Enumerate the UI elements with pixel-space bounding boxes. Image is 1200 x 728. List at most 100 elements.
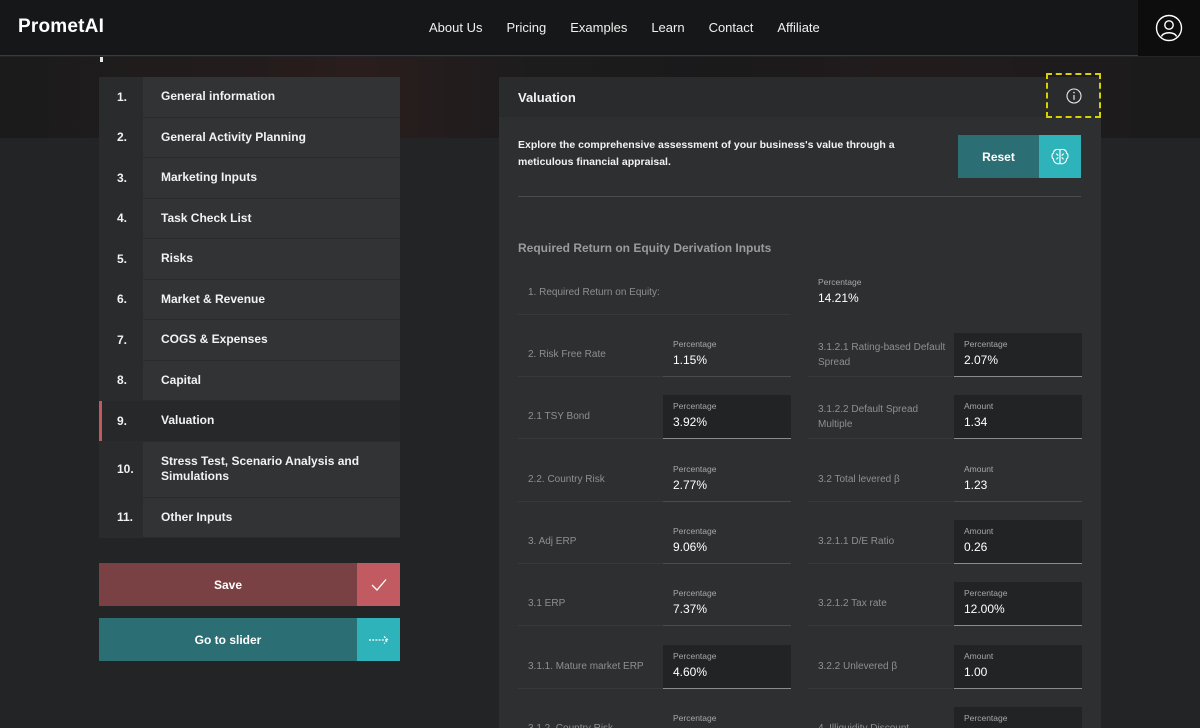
field-value: 3.92% — [673, 415, 708, 430]
step-label: Other Inputs — [143, 497, 400, 537]
left-field-input: Percentage 2.77% — [663, 458, 791, 502]
sidebar-step-6[interactable]: 6. Market & Revenue — [99, 279, 400, 320]
field-value: 2.07% — [964, 353, 999, 367]
right-field-input[interactable]: Amount 0.26 — [954, 519, 1082, 564]
reset-button[interactable]: Reset — [958, 135, 1081, 178]
app-logo[interactable]: PrometAI — [18, 16, 104, 38]
nav-examples[interactable]: Examples — [570, 20, 627, 35]
required-return-value: 14.21% — [818, 291, 859, 305]
required-return-caption: Percentage — [818, 277, 862, 287]
field-value: 4.60% — [673, 664, 708, 679]
right-field-label: 3.2.1.2 Tax rate — [808, 582, 953, 627]
step-number: 11. — [99, 497, 143, 537]
left-field-input[interactable]: Percentage 4.60% — [663, 644, 791, 689]
left-field-input[interactable]: Percentage 3.92% — [663, 395, 791, 440]
field-caption: Percentage — [673, 712, 717, 723]
step-number: 9. — [99, 401, 143, 441]
nav-about-us[interactable]: About Us — [429, 20, 482, 35]
panel-title: Valuation — [518, 89, 576, 105]
field-caption: Amount — [964, 650, 994, 661]
nav-learn[interactable]: Learn — [651, 20, 684, 35]
step-number: 8. — [99, 360, 143, 400]
right-field-label: 3.2.1.1 D/E Ratio — [808, 520, 953, 564]
field-value: 9.06% — [673, 539, 708, 554]
left-field-label: 3.1.1. Mature market ERP — [518, 645, 663, 689]
field-value: 7.37% — [673, 602, 708, 617]
sidebar-step-1[interactable]: 1. General information — [99, 77, 400, 118]
step-label: General Activity Planning — [143, 117, 400, 157]
divider — [518, 196, 1081, 197]
step-number: 5. — [99, 239, 143, 279]
field-value: 2.77% — [673, 477, 708, 492]
step-number: 4. — [99, 198, 143, 238]
required-return-field: Percentage 14.21% — [808, 271, 936, 315]
step-number: 1. — [99, 77, 143, 117]
step-label: Market & Revenue — [143, 279, 400, 319]
step-label: General information — [143, 77, 400, 117]
brain-icon — [1039, 135, 1081, 178]
step-label: Task Check List — [143, 198, 400, 238]
field-caption: Percentage — [673, 588, 717, 599]
save-button[interactable]: Save — [99, 563, 400, 606]
sidebar-step-2[interactable]: 2. General Activity Planning — [99, 117, 400, 158]
step-number: 10. — [99, 441, 143, 497]
left-field-input: Percentage 9.06% — [663, 520, 791, 564]
step-label: COGS & Expenses — [143, 320, 400, 360]
right-field-label: 3.2 Total levered β — [808, 458, 953, 502]
nav-pricing[interactable]: Pricing — [506, 20, 546, 35]
right-field-label: 3.1.2.1 Rating-based Default Spread — [808, 333, 953, 377]
profile-button[interactable] — [1138, 0, 1200, 56]
left-field-input: Percentage 1.15% — [663, 333, 791, 377]
right-field-label: 4. Illiquidity Discount — [808, 707, 953, 728]
right-field-input[interactable]: Amount 1.34 — [954, 395, 1082, 440]
save-label: Save — [99, 563, 357, 606]
field-caption: Percentage — [673, 525, 717, 536]
left-field-label: 3.1 ERP — [518, 582, 663, 627]
step-label: Capital — [143, 360, 400, 400]
sidebar-step-4[interactable]: 4. Task Check List — [99, 198, 400, 239]
step-number: 3. — [99, 158, 143, 198]
steps-sidebar: 1. General information 2. General Activity … — [99, 77, 400, 538]
field-value: 0.26 — [964, 539, 988, 554]
valuation-panel: Valuation Explore the comprehensive asse… — [499, 73, 1101, 728]
left-field-label: 2. Risk Free Rate — [518, 333, 663, 377]
sidebar-step-7[interactable]: 7. COGS & Expenses — [99, 320, 400, 361]
required-return-label: 1. Required Return on Equity: — [518, 271, 790, 315]
right-field-input[interactable]: Amount 1.00 — [954, 644, 1082, 689]
right-field-input[interactable]: Percentage 12.00% — [954, 582, 1082, 627]
field-caption: Amount — [964, 401, 994, 412]
sidebar-step-5[interactable]: 5. Risks — [99, 239, 400, 280]
panel-intro: Explore the comprehensive assessment of … — [518, 139, 895, 168]
step-label: Risks — [143, 239, 400, 279]
sidebar-step-3[interactable]: 3. Marketing Inputs — [99, 158, 400, 199]
left-field-label: 3.1.2. Country Risk — [518, 707, 663, 728]
nav-affiliate[interactable]: Affiliate — [777, 20, 819, 35]
info-icon — [1065, 87, 1082, 104]
field-value: 1.00 — [964, 664, 988, 679]
nav-contact[interactable]: Contact — [709, 20, 754, 35]
arrow-right-icon — [357, 618, 400, 661]
sidebar-step-10[interactable]: 10. Stress Test, Scenario Analysis and Si… — [99, 441, 400, 498]
right-field-input[interactable]: Percentage 2.07% — [954, 333, 1082, 377]
step-number: 2. — [99, 117, 143, 157]
right-field-label: 3.1.2.2 Default Spread Multiple — [808, 395, 953, 440]
field-caption: Percentage — [964, 588, 1008, 599]
left-field-input: Percentage — [663, 707, 791, 728]
go-to-slider-button[interactable]: Go to slider — [99, 618, 400, 661]
field-caption: Percentage — [673, 401, 717, 412]
field-caption: Amount — [964, 525, 994, 536]
field-caption: Percentage — [673, 650, 717, 661]
right-field-input: Amount 1.23 — [954, 458, 1082, 502]
info-button[interactable] — [1046, 73, 1101, 118]
field-caption: Percentage — [964, 339, 1008, 349]
right-field-input[interactable]: Percentage — [954, 706, 1082, 728]
check-icon — [357, 563, 400, 606]
field-value: 1.23 — [964, 477, 988, 492]
step-label: Marketing Inputs — [143, 158, 400, 198]
section-title: Required Return on Equity Derivation Inp… — [518, 241, 772, 255]
sidebar-step-8[interactable]: 8. Capital — [99, 360, 400, 401]
field-value: 1.34 — [964, 415, 988, 430]
go-to-slider-label: Go to slider — [99, 618, 357, 661]
sidebar-step-9[interactable]: 9. Valuation — [99, 401, 400, 442]
sidebar-step-11[interactable]: 11. Other Inputs — [99, 497, 400, 538]
